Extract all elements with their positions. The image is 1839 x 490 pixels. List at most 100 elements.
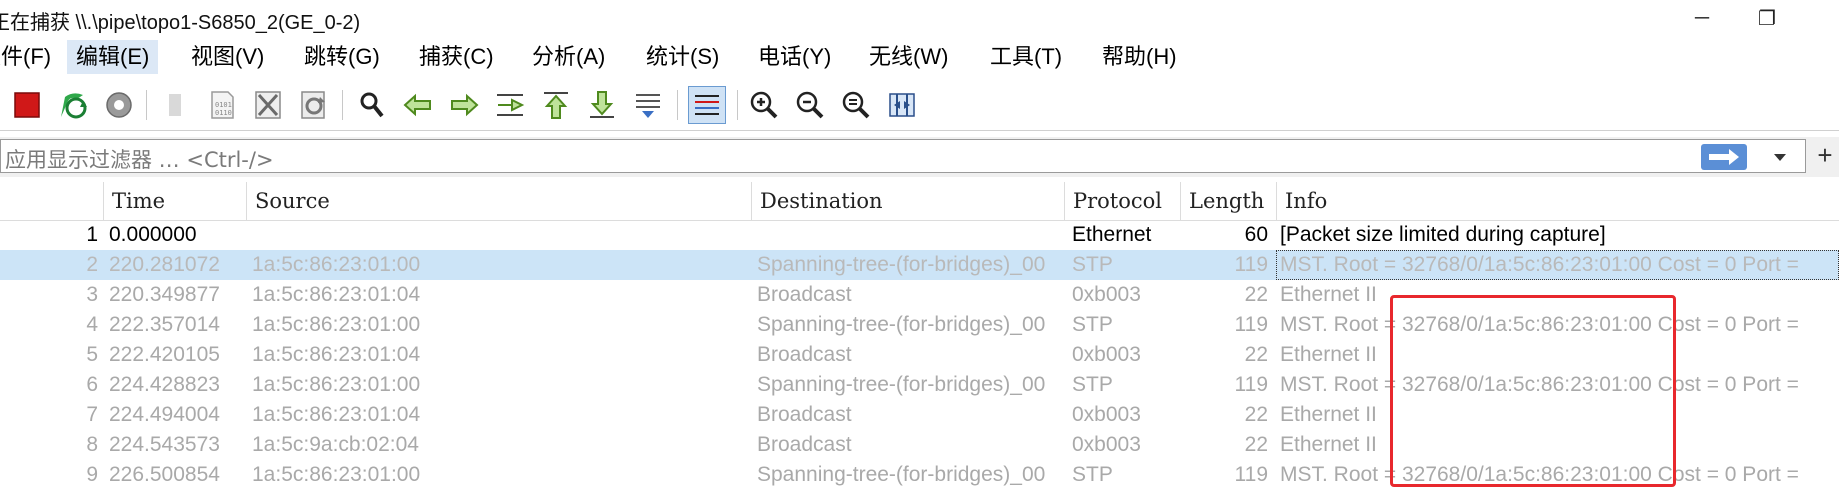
zoom-normal-icon[interactable] [837,86,875,124]
packet-length: 22 [1244,343,1268,366]
column-header-source[interactable]: Source [246,182,751,220]
filter-history-dropdown[interactable] [1767,144,1793,170]
menu-bar: 文件(F) 编辑(E) 视图(V) 跳转(G) 捕获(C) 分析(A) 统计(S… [0,36,1839,76]
packet-destination: Spanning-tree-(for-bridges)_00 [757,373,1046,396]
go-to-packet-icon[interactable] [491,86,529,124]
packet-number: 5 [86,343,98,366]
packet-source: 1a:5c:86:23:01:00 [252,373,421,396]
zoom-out-icon[interactable] [791,86,829,124]
packet-length: 119 [1234,253,1268,276]
packet-source: 1a:5c:86:23:01:04 [252,343,421,366]
close-file-icon[interactable] [249,86,287,124]
minimize-button[interactable]: ─ [1677,2,1727,34]
restart-capture-icon[interactable] [54,86,92,124]
svg-text:0101: 0101 [215,101,232,109]
column-header-length[interactable]: Length [1180,182,1276,220]
resize-columns-icon[interactable] [883,86,921,124]
packet-number: 3 [86,283,98,306]
packet-protocol: STP [1072,313,1113,336]
menu-go[interactable]: 跳转(G) [295,40,389,74]
main-toolbar: 0101 0110 [0,80,1839,131]
reload-file-icon[interactable] [295,86,333,124]
column-header-info[interactable]: Info [1276,182,1839,220]
packet-length: 22 [1244,283,1268,306]
filter-placeholder: 应用显示过滤器 … <Ctrl-/> [5,148,274,172]
packet-time: 224.543573 [109,433,220,456]
auto-scroll-icon[interactable] [629,86,667,124]
packet-destination: Broadcast [757,403,852,426]
add-filter-button[interactable]: + [1813,140,1837,170]
menu-view[interactable]: 视图(V) [182,40,273,74]
packet-time: 220.281072 [109,253,220,276]
go-last-icon[interactable] [583,86,621,124]
zoom-in-icon[interactable] [745,86,783,124]
menu-statistics[interactable]: 统计(S) [637,40,728,74]
column-header-protocol[interactable]: Protocol [1064,182,1180,220]
packet-source: 1a:5c:86:23:01:00 [252,313,421,336]
packet-length: 60 [1244,223,1268,246]
packet-time: 222.357014 [109,313,220,336]
menu-tools[interactable]: 工具(T) [981,40,1071,74]
packet-number: 8 [86,433,98,456]
menu-help[interactable]: 帮助(H) [1093,40,1186,74]
packet-time: 224.428823 [109,373,220,396]
packet-row-selected[interactable]: 2 220.281072 1a:5c:86:23:01:00 Spanning-… [0,250,1839,280]
svg-text:0110: 0110 [215,109,232,117]
stop-capture-icon[interactable] [8,86,46,124]
packet-destination: Broadcast [757,283,852,306]
capture-options-icon[interactable] [100,86,138,124]
arrow-right-icon [1709,149,1739,165]
go-first-icon[interactable] [537,86,575,124]
packet-protocol: 0xb003 [1072,283,1141,306]
chevron-down-icon [1774,154,1786,161]
minimize-icon: ─ [1694,6,1710,29]
packet-number: 2 [86,253,98,276]
packet-destination: Broadcast [757,343,852,366]
packet-length: 22 [1244,403,1268,426]
menu-capture[interactable]: 捕获(C) [410,40,503,74]
packet-source: 1a:5c:86:23:01:04 [252,403,421,426]
packet-list-header: Time Source Destination Protocol Length … [0,182,1839,221]
packet-number: 7 [86,403,98,426]
packet-row[interactable]: 1 0.000000 Ethernet 60 [Packet size limi… [0,220,1839,250]
open-file-icon[interactable] [157,86,195,124]
packet-length: 119 [1234,373,1268,396]
display-filter-input[interactable]: 应用显示过滤器 … <Ctrl-/> [0,139,1806,173]
column-header-time[interactable]: Time [103,182,246,220]
toolbar-separator [737,90,738,120]
packet-destination: Spanning-tree-(for-bridges)_00 [757,463,1046,486]
packet-number: 6 [86,373,98,396]
title-bar: 正在捕获 \\.\pipe\topo1-S6850_2(GE_0-2) ─ ❐ [0,0,1839,36]
go-back-icon[interactable] [399,86,437,124]
packet-length: 119 [1234,463,1268,486]
packet-time: 226.500854 [109,463,220,486]
window-title: 正在捕获 \\.\pipe\topo1-S6850_2(GE_0-2) [0,12,361,34]
column-header-destination[interactable]: Destination [751,182,1064,220]
packet-protocol: STP [1072,463,1113,486]
packet-info: MST. Root = 32768/0/1a:5c:86:23:01:00 Co… [1276,250,1839,280]
menu-edit[interactable]: 编辑(E) [67,40,159,74]
find-packet-icon[interactable] [353,86,391,124]
packet-time: 220.349877 [109,283,220,306]
go-forward-icon[interactable] [445,86,483,124]
save-file-icon[interactable]: 0101 0110 [203,86,241,124]
toolbar-separator [677,90,678,120]
packet-protocol: Ethernet [1072,223,1152,246]
packet-source [252,220,747,250]
plus-icon: + [1817,139,1833,170]
packet-destination: Spanning-tree-(for-bridges)_00 [757,313,1046,336]
menu-analyze[interactable]: 分析(A) [523,40,614,74]
menu-file[interactable]: 文件(F) [0,40,60,74]
packet-number: 1 [86,223,98,246]
packet-info: [Packet size limited during capture] [1280,223,1606,246]
packet-length: 119 [1234,313,1268,336]
menu-telephony[interactable]: 电话(Y) [749,40,840,74]
packet-protocol: STP [1072,373,1113,396]
toolbar-separator [342,90,343,120]
restore-button[interactable]: ❐ [1742,2,1792,34]
menu-wireless[interactable]: 无线(W) [860,40,957,74]
colorize-icon[interactable] [688,86,726,124]
apply-filter-button[interactable] [1701,144,1747,170]
packet-protocol: 0xb003 [1072,403,1141,426]
packet-protocol: STP [1072,253,1113,276]
